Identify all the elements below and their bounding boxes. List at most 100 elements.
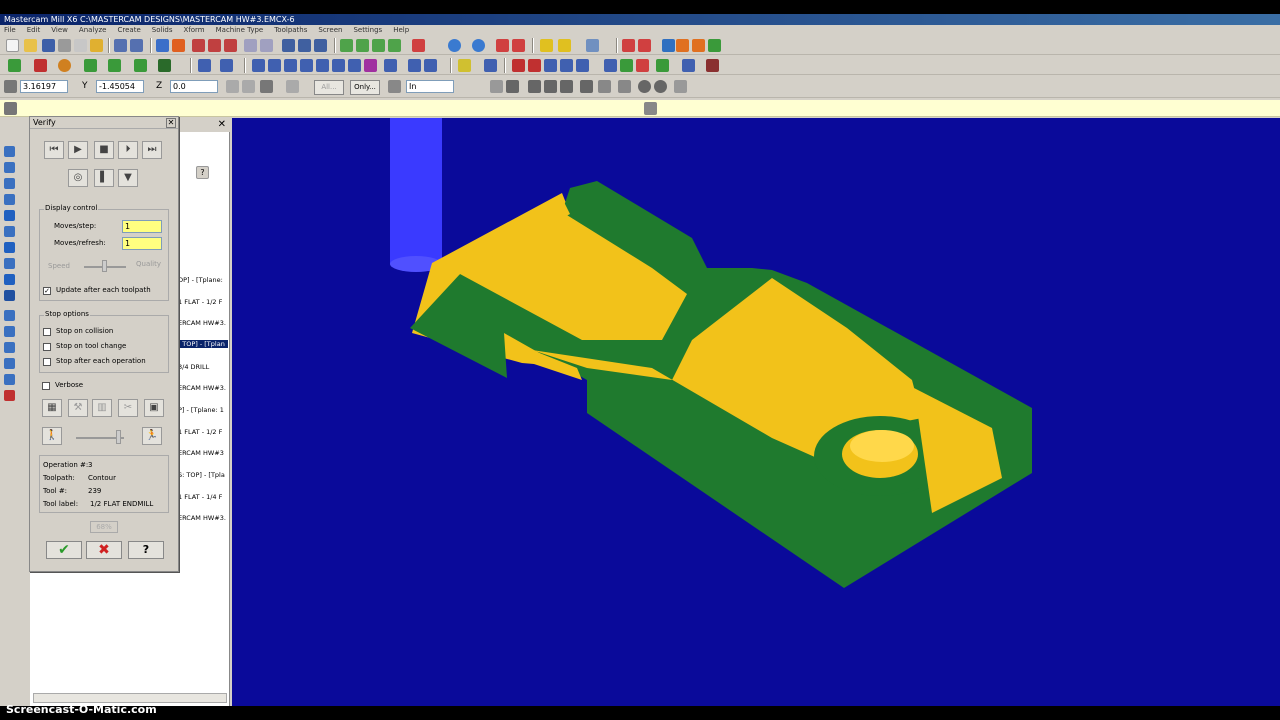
translate-icon[interactable] [252, 59, 265, 72]
menu-xform[interactable]: Xform [183, 25, 204, 36]
circle-icon[interactable] [58, 59, 71, 72]
render-options-icon[interactable] [512, 39, 525, 52]
trim-icon[interactable] [158, 59, 171, 72]
select-icon[interactable] [282, 39, 295, 52]
help-ribbon-icon[interactable] [286, 80, 299, 93]
attributes-icon[interactable] [706, 59, 719, 72]
mask-6-icon[interactable] [598, 80, 611, 93]
roll-icon[interactable] [408, 59, 421, 72]
manager-line[interactable]: 1 FLAT - 1/4 F [178, 493, 228, 501]
pointer-icon[interactable] [490, 80, 503, 93]
select-all-button[interactable]: All... [314, 80, 344, 95]
manager-line[interactable]: ERCAM HW#3. [178, 514, 228, 522]
menu-view[interactable]: View [51, 25, 68, 36]
surface-icon[interactable] [620, 59, 633, 72]
manager-line[interactable]: ERCAM HW#3. [178, 319, 228, 327]
speed-quality-thumb[interactable] [102, 260, 107, 272]
manager-line-selected[interactable]: : TOP] - [Tplan [178, 340, 228, 348]
regen-icon[interactable] [708, 39, 721, 52]
level-icon[interactable] [682, 59, 695, 72]
stop-after-op-checkbox[interactable] [43, 358, 51, 366]
select-only-button[interactable]: Only... [350, 80, 380, 95]
break-icon[interactable] [544, 59, 557, 72]
mask-2-icon[interactable] [528, 80, 541, 93]
side-icon-1[interactable] [4, 146, 15, 157]
cut-icon[interactable] [74, 39, 87, 52]
right-view-icon[interactable] [388, 39, 401, 52]
color-icon[interactable] [656, 59, 669, 72]
line-icon[interactable] [34, 59, 47, 72]
walk-icon[interactable]: 🚶 [42, 427, 62, 445]
side-icon-4[interactable] [4, 194, 15, 205]
side-icon-12[interactable] [4, 326, 15, 337]
side-icon-15[interactable] [4, 374, 15, 385]
side-icon-9[interactable] [4, 274, 15, 285]
help-mask-icon[interactable] [674, 80, 687, 93]
fast-point-icon[interactable] [226, 80, 239, 93]
scale-icon[interactable] [284, 59, 297, 72]
mask-8-icon[interactable] [638, 80, 651, 93]
project-icon[interactable] [316, 59, 329, 72]
manager-line[interactable]: P] - [Tplane: 1 [178, 406, 228, 414]
menu-create[interactable]: Create [118, 25, 141, 36]
mask-5-icon[interactable] [580, 80, 593, 93]
side-icon-5[interactable] [4, 210, 15, 221]
verbose-checkbox[interactable] [42, 382, 50, 390]
zoom-window-icon[interactable] [192, 39, 205, 52]
rotate-icon[interactable] [268, 59, 281, 72]
post-icon[interactable] [676, 39, 689, 52]
save-stl-icon[interactable]: ▣ [144, 399, 164, 417]
side-icon-11[interactable] [4, 310, 15, 321]
manager-line[interactable]: ERCAM HW#3. [178, 384, 228, 392]
manager-line[interactable]: OP] - [Tplane: [178, 276, 228, 284]
tool-display-icon[interactable]: ▌ [94, 169, 114, 187]
globe-icon[interactable] [448, 39, 461, 52]
new-file-icon[interactable] [6, 39, 19, 52]
stop-tool-change-checkbox[interactable] [43, 343, 51, 351]
sphere-icon[interactable] [472, 39, 485, 52]
xform-icon[interactable] [198, 59, 211, 72]
z-coordinate-field[interactable]: 0.0 [170, 80, 218, 93]
mask-3-icon[interactable] [544, 80, 557, 93]
cancel-button[interactable]: ✖ [86, 541, 122, 559]
moves-step-field[interactable]: 1 [122, 220, 162, 233]
spline-icon[interactable] [604, 59, 617, 72]
moves-refresh-field[interactable]: 1 [122, 237, 162, 250]
zoom-target-icon[interactable] [244, 39, 257, 52]
side-icon-14[interactable] [4, 358, 15, 369]
side-icon-10[interactable] [4, 290, 15, 301]
nest-icon[interactable] [424, 59, 437, 72]
open-folder-icon[interactable] [24, 39, 37, 52]
menu-machine-type[interactable]: Machine Type [216, 25, 264, 36]
step-icon[interactable]: ⏵ [118, 141, 138, 159]
menu-toolpaths[interactable]: Toolpaths [274, 25, 307, 36]
analyze-entity-icon[interactable] [458, 59, 471, 72]
settings-icon[interactable]: ◎ [68, 169, 88, 187]
fit-icon[interactable] [156, 39, 169, 52]
verify-close-icon[interactable]: ✕ [166, 118, 176, 128]
mirror-icon[interactable] [220, 59, 233, 72]
join-icon[interactable] [560, 59, 573, 72]
verify-icon[interactable] [622, 39, 635, 52]
units-select[interactable]: In [406, 80, 454, 93]
graphics-viewport[interactable] [232, 118, 1280, 706]
undo-icon[interactable] [114, 39, 127, 52]
run-icon[interactable]: 🏃 [142, 427, 162, 445]
menu-help[interactable]: Help [393, 25, 409, 36]
mask-9-icon[interactable] [654, 80, 667, 93]
drag-icon[interactable] [384, 59, 397, 72]
chamfer-icon[interactable] [134, 59, 147, 72]
side-icon-16[interactable] [4, 390, 15, 401]
section-icon[interactable]: ✂ [118, 399, 138, 417]
y-coordinate-field[interactable]: -1.45054 [96, 80, 144, 93]
manager-help-icon[interactable]: ? [196, 166, 209, 179]
stop-icon[interactable]: ■ [94, 141, 114, 159]
offset-icon[interactable] [300, 59, 313, 72]
toolpath-icon[interactable] [662, 39, 675, 52]
ok-button[interactable]: ✔ [46, 541, 82, 559]
paste-icon[interactable] [90, 39, 103, 52]
manager-horizontal-scrollbar[interactable] [33, 693, 227, 703]
save-icon[interactable] [42, 39, 55, 52]
play-icon[interactable]: ▶ [68, 141, 88, 159]
selection-mode-icon[interactable] [388, 80, 401, 93]
